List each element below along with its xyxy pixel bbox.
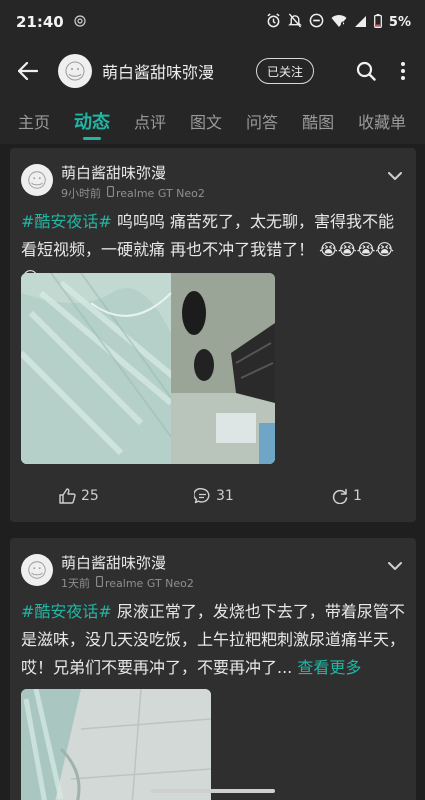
post-image[interactable] [21, 273, 275, 464]
profile-header: 萌白酱甜味弥漫 已关注 [0, 44, 425, 98]
avatar-face-icon [28, 561, 46, 579]
header-user-name: 萌白酱甜味弥漫 [102, 63, 215, 82]
chevron-down-icon [388, 562, 402, 570]
post-meta: 9小时前 realme GT Neo2 [61, 185, 205, 201]
post-topic-tag[interactable]: #酷安夜话# [21, 602, 112, 621]
see-more-link[interactable]: 查看更多 [292, 658, 361, 677]
comment-icon [194, 488, 210, 504]
avatar[interactable] [58, 54, 92, 88]
feed-list[interactable]: 萌白酱甜味弥漫 9小时前 realme GT Neo2 #酷安夜话# 呜呜呜 痛… [0, 144, 425, 800]
thumbs-up-icon [59, 488, 76, 504]
post-content[interactable]: #酷安夜话# 尿液正常了，发烧也下去了，带着尿管不是滋味，没几天没吃饭，上午拉粑… [21, 598, 405, 682]
follow-button[interactable]: 已关注 [256, 58, 315, 84]
share-refresh-icon [332, 488, 348, 504]
comment-count: 31 [216, 488, 234, 504]
tab-collections[interactable]: 收藏单 [358, 98, 406, 144]
avatar-face-icon [28, 171, 46, 189]
post-author[interactable]: 萌白酱甜味弥漫 [61, 552, 166, 573]
share-count: 1 [353, 488, 362, 504]
post-device: realme GT Neo2 [116, 186, 205, 200]
expand-button[interactable] [388, 166, 402, 185]
expand-button[interactable] [388, 556, 402, 575]
post-time: 9小时前 [61, 187, 101, 200]
more-vertical-icon [401, 62, 405, 80]
post-image[interactable] [21, 689, 211, 800]
dnd-icon [309, 13, 324, 32]
tab-reviews[interactable]: 点评 [134, 98, 166, 144]
signal-icon [354, 13, 367, 32]
post-card[interactable]: 萌白酱甜味弥漫 1天前 realme GT Neo2 #酷安夜话# 尿液正常了，… [10, 538, 416, 800]
post-card[interactable]: 萌白酱甜味弥漫 9小时前 realme GT Neo2 #酷安夜话# 呜呜呜 痛… [10, 148, 416, 522]
battery-low-icon [373, 13, 382, 32]
post-time: 1天前 [61, 577, 90, 590]
status-bar: 21:40 5% [0, 0, 425, 44]
phone-icon [107, 186, 114, 200]
avatar-face-icon [65, 61, 85, 81]
mute-icon [288, 12, 302, 32]
share-button[interactable]: 1 [332, 488, 362, 504]
like-count: 25 [81, 488, 99, 504]
post-avatar[interactable] [21, 164, 53, 196]
at-icon [74, 14, 86, 30]
tab-feed[interactable]: 动态 [74, 98, 110, 144]
tab-home[interactable]: 主页 [18, 98, 50, 144]
post-topic-tag[interactable]: #酷安夜话# [21, 212, 112, 231]
like-button[interactable]: 25 [59, 488, 99, 504]
search-button[interactable] [351, 56, 381, 86]
post-avatar[interactable] [21, 554, 53, 586]
search-icon [356, 61, 376, 81]
wifi-icon [331, 13, 347, 32]
tab-articles[interactable]: 图文 [190, 98, 222, 144]
post-author[interactable]: 萌白酱甜味弥漫 [61, 162, 166, 183]
back-button[interactable] [12, 55, 44, 87]
post-meta: 1天前 realme GT Neo2 [61, 575, 194, 591]
post-actions: 25 31 1 [10, 484, 416, 508]
post-device: realme GT Neo2 [105, 576, 194, 590]
more-options-button[interactable] [393, 56, 413, 86]
phone-icon [96, 576, 103, 590]
battery-percent: 5% [388, 14, 411, 30]
home-indicator[interactable] [150, 789, 275, 793]
arrow-left-icon [18, 62, 38, 80]
alarm-icon [266, 12, 281, 32]
profile-tabs: 主页 动态 点评 图文 问答 酷图 收藏单 [0, 98, 425, 144]
status-time: 21:40 [16, 13, 64, 31]
tab-qa[interactable]: 问答 [246, 98, 278, 144]
chevron-down-icon [388, 172, 402, 180]
tab-pictures[interactable]: 酷图 [302, 98, 334, 144]
comment-button[interactable]: 31 [194, 488, 234, 504]
